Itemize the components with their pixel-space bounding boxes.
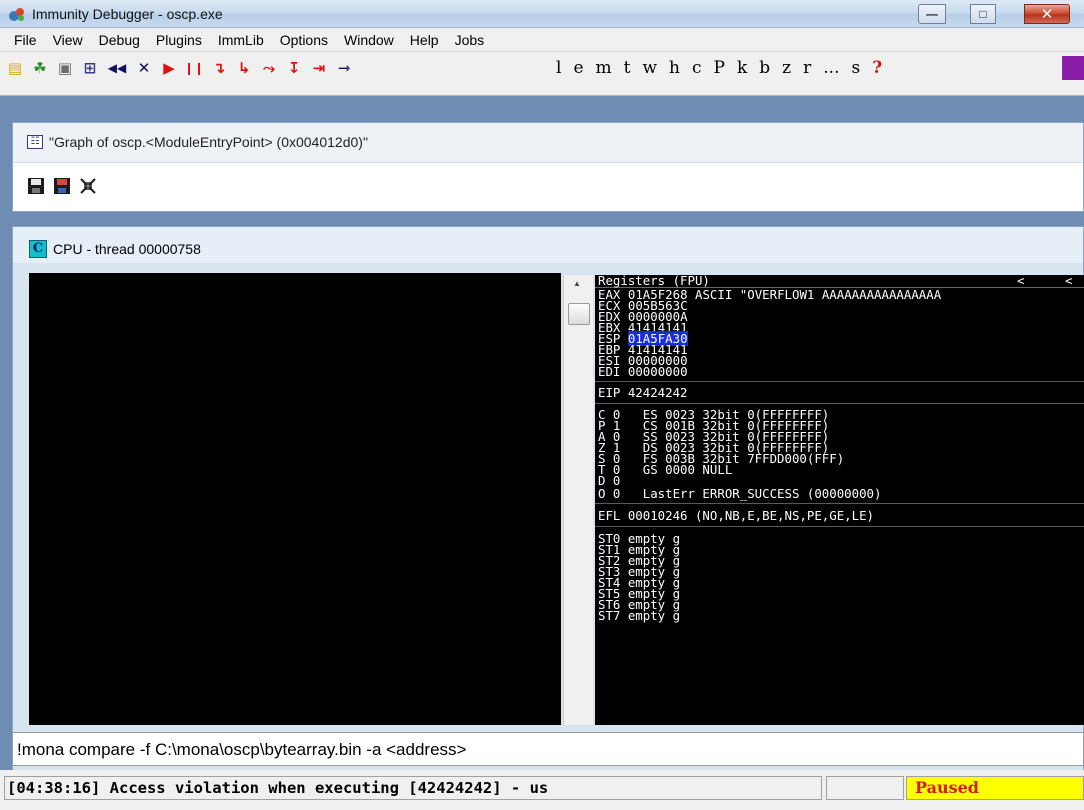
title-bar[interactable]: Immunity Debugger - oscp.exe — □ ✕ xyxy=(0,0,1084,28)
windows-button[interactable]: w xyxy=(636,58,663,78)
toolbar: ▤ ☘ ▣ ⊞ ◀◀ ✕ ▶ ❙❙ ↴ ↳ ⤳ ↧ ⇥ ⇾ l e m t w … xyxy=(0,52,1084,96)
register-efl[interactable]: EFL 00010246 (NO,NB,E,BE,NS,PE,GE,LE) xyxy=(598,509,874,522)
trace-into-icon[interactable]: ⤳ xyxy=(258,57,280,79)
executable-modules-button[interactable]: e xyxy=(567,58,589,78)
scrollbar-thumb[interactable] xyxy=(568,303,590,325)
graph-window-caption[interactable]: ☷ "Graph of oscp.<ModuleEntryPoint> (0x0… xyxy=(13,123,1083,163)
registers-pane[interactable]: Registers (FPU) < < EAX 01A5F268 ASCII "… xyxy=(595,275,1084,725)
toolbar-icons: ▤ ☘ ▣ ⊞ ◀◀ ✕ ▶ ❙❙ ↴ ↳ ⤳ ↧ ⇥ ⇾ xyxy=(4,54,358,82)
registers-header-title: Registers (FPU) xyxy=(598,275,710,288)
window-title: Immunity Debugger - oscp.exe xyxy=(32,6,223,22)
pause-icon[interactable]: ❙❙ xyxy=(183,57,205,79)
cpu-window[interactable]: C CPU - thread 00000758 ▲ Registers (FPU… xyxy=(12,226,1084,810)
status-message: [04:38:16] Access violation when executi… xyxy=(4,776,822,800)
rewind-icon[interactable]: ◀◀ xyxy=(104,57,130,79)
debugger-state-badge: Paused xyxy=(906,776,1084,800)
cpu-window-title: CPU - thread 00000758 xyxy=(53,241,201,257)
close-file-icon[interactable]: ✕ xyxy=(133,57,155,79)
menu-window[interactable]: Window xyxy=(336,29,402,51)
menu-options[interactable]: Options xyxy=(272,29,336,51)
menu-debug[interactable]: Debug xyxy=(91,29,148,51)
fpu-st7[interactable]: ST7 empty g xyxy=(598,609,680,622)
cpu-window-icon: C xyxy=(29,240,47,258)
hardware-breakpoints-button[interactable]: z xyxy=(776,58,797,78)
call-stack-button[interactable]: k xyxy=(731,58,753,78)
menu-plugins[interactable]: Plugins xyxy=(148,29,210,51)
registers-prev-arrow-2[interactable]: < xyxy=(1065,275,1072,287)
register-edi[interactable]: EDI 00000000 xyxy=(598,365,688,378)
graph-window-title: "Graph of oscp.<ModuleEntryPoint> (0x004… xyxy=(49,134,368,150)
cpu-button[interactable]: c xyxy=(686,58,708,78)
save-icon[interactable] xyxy=(27,177,45,195)
graph-icon[interactable]: ⊞ xyxy=(79,57,101,79)
toolbar-color-swatch[interactable] xyxy=(1062,56,1084,80)
breakpoints-button[interactable]: b xyxy=(753,58,776,78)
close-icon: ✕ xyxy=(1040,6,1054,23)
minimize-icon: — xyxy=(926,7,938,21)
mdi-workspace: ☷ "Graph of oscp.<ModuleEntryPoint> (0x0… xyxy=(0,96,1084,810)
register-separator xyxy=(595,381,1084,382)
menu-jobs[interactable]: Jobs xyxy=(447,29,493,51)
graph-window-toolbar xyxy=(27,177,105,195)
registers-prev-arrow[interactable]: < xyxy=(1017,275,1024,287)
flag-o-line[interactable]: O 0 LastErr ERROR_SUCCESS (00000000) xyxy=(598,487,881,500)
execute-till-return-icon[interactable]: ⇥ xyxy=(308,57,330,79)
disassembly-pane[interactable] xyxy=(29,273,561,725)
run-icon[interactable]: ▶ xyxy=(158,57,180,79)
command-bar[interactable]: !mona compare -f C:\mona\oscp\bytearray.… xyxy=(12,732,1084,766)
menu-immlib[interactable]: ImmLib xyxy=(210,29,272,51)
window-shortcut-letters: l e m t w h c P k b z r ... s ? xyxy=(550,54,888,82)
step-over-icon[interactable]: ↳ xyxy=(233,57,255,79)
log-window-button[interactable]: l xyxy=(550,58,567,78)
threads-button[interactable]: t xyxy=(618,58,637,78)
maximize-button[interactable]: □ xyxy=(970,4,996,24)
immunity-app-icon xyxy=(9,8,24,21)
references-button[interactable]: r xyxy=(797,58,817,78)
collapse-icon[interactable] xyxy=(79,177,97,195)
graph-window[interactable]: ☷ "Graph of oscp.<ModuleEntryPoint> (0x0… xyxy=(12,122,1084,212)
help-button[interactable]: ? xyxy=(866,58,888,78)
menu-view[interactable]: View xyxy=(45,29,91,51)
disassembly-scrollbar[interactable]: ▲ xyxy=(563,275,593,725)
scroll-up-icon[interactable]: ▲ xyxy=(573,279,581,288)
register-separator xyxy=(595,503,1084,504)
register-eip[interactable]: EIP 42424242 xyxy=(598,386,688,399)
graph-window-icon: ☷ xyxy=(27,135,43,149)
step-into-icon[interactable]: ↴ xyxy=(208,57,230,79)
open-icon[interactable]: ▤ xyxy=(4,57,26,79)
handles-button[interactable]: h xyxy=(663,58,686,78)
menu-bar: File View Debug Plugins ImmLib Options W… xyxy=(0,28,1084,52)
goto-icon[interactable]: ⇾ xyxy=(333,57,355,79)
source-button[interactable]: s xyxy=(846,58,867,78)
status-spacer xyxy=(826,776,904,800)
maximize-icon: □ xyxy=(979,7,987,21)
trace-over-icon[interactable]: ↧ xyxy=(283,57,305,79)
command-input[interactable]: !mona compare -f C:\mona\oscp\bytearray.… xyxy=(17,740,466,760)
cpu-window-caption[interactable]: C CPU - thread 00000758 xyxy=(13,227,1083,263)
register-separator xyxy=(595,403,1084,404)
minimize-button[interactable]: — xyxy=(918,4,946,24)
terminate-icon[interactable]: ▣ xyxy=(54,57,76,79)
run-trace-button[interactable]: ... xyxy=(817,58,845,78)
status-bar: [04:38:16] Access violation when executi… xyxy=(0,770,1084,810)
register-separator xyxy=(595,526,1084,527)
close-button[interactable]: ✕ xyxy=(1024,4,1070,24)
menu-file[interactable]: File xyxy=(6,29,45,51)
process-icon[interactable]: ☘ xyxy=(29,57,51,79)
patches-button[interactable]: P xyxy=(708,58,731,78)
save-as-icon[interactable] xyxy=(53,177,71,195)
menu-help[interactable]: Help xyxy=(402,29,447,51)
memory-map-button[interactable]: m xyxy=(590,58,618,78)
